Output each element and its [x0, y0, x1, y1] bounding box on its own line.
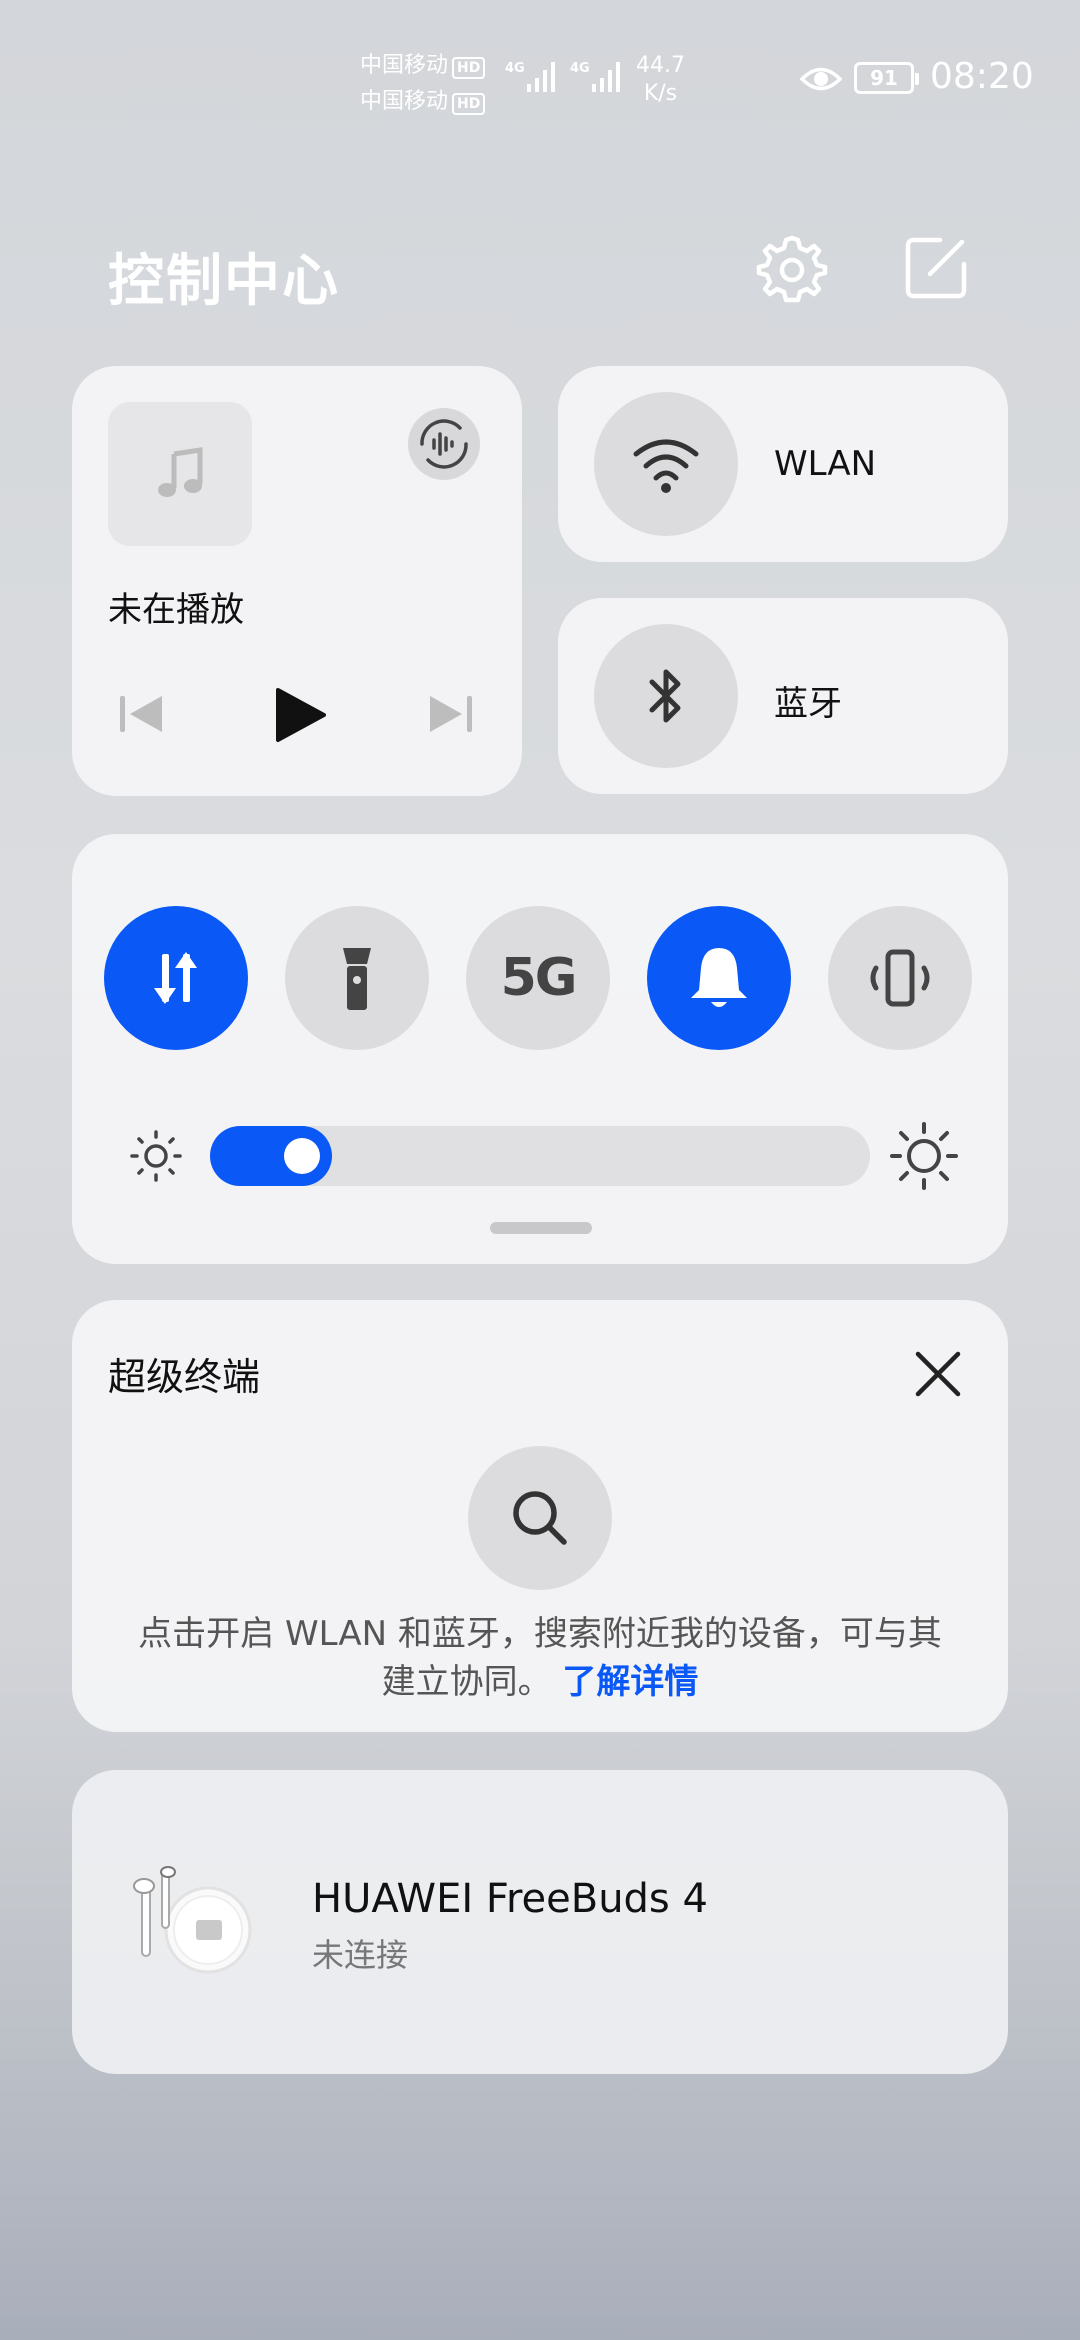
wlan-tile[interactable]: WLAN [558, 366, 1008, 562]
play-icon[interactable] [272, 686, 328, 744]
page-title: 控制中心 [108, 249, 340, 314]
svg-text:4G: 4G [505, 61, 525, 76]
earbuds-icon [133, 1866, 252, 1974]
edit-icon[interactable] [900, 232, 972, 304]
device-name: HUAWEI FreeBuds 4 [312, 1876, 708, 1922]
sound-toggle[interactable] [647, 906, 791, 1050]
5g-label: 5G [500, 948, 578, 1008]
bluetooth-label: 蓝牙 [774, 684, 842, 724]
speed-value: 44.7 [636, 53, 685, 78]
data-transfer-icon [154, 952, 197, 1004]
vibrate-toggle[interactable] [828, 906, 972, 1050]
speed-unit: K/s [643, 81, 678, 106]
close-icon[interactable] [908, 1344, 968, 1404]
brightness-low-icon [130, 1130, 182, 1182]
battery-indicator: 91 [854, 62, 919, 94]
network-speed: 44.7 K/s [636, 52, 685, 108]
music-note-icon [158, 447, 203, 497]
mobile-data-toggle[interactable] [104, 906, 248, 1050]
bluetooth-toggle[interactable] [594, 624, 738, 768]
super-device-hint: 点击开启 WLAN 和蓝牙，搜索附近我的设备，可与其建立协同。 了解详情 [132, 1610, 948, 1706]
super-device-card: 超级终端 点击开启 WLAN 和蓝牙，搜索附近我的设备，可与其建立协同。 了解详… [72, 1300, 1008, 1732]
audio-share-icon [420, 419, 468, 469]
hint-text: 点击开启 WLAN 和蓝牙，搜索附近我的设备，可与其建立协同。 [138, 1614, 942, 1702]
eye-comfort-icon [800, 67, 842, 91]
brightness-high-icon [890, 1122, 958, 1190]
wifi-icon [633, 439, 699, 493]
audio-share-button[interactable] [408, 408, 480, 480]
5g-toggle[interactable]: 5G [466, 906, 610, 1050]
flashlight-icon [343, 948, 371, 1010]
bluetooth-icon [649, 669, 681, 723]
vibrate-icon [870, 949, 930, 1007]
quick-toggles-card: 5G [72, 834, 1008, 1264]
wlan-label: WLAN [774, 444, 877, 484]
carrier-2: 中国移动 [360, 89, 449, 114]
flashlight-toggle[interactable] [285, 906, 429, 1050]
carrier-info: 中国移动 HD 中国移动 HD [360, 48, 486, 120]
hd-badge: HD [452, 57, 486, 79]
media-card[interactable]: 未在播放 [72, 366, 522, 796]
search-devices-button[interactable] [468, 1446, 612, 1590]
svg-text:4G: 4G [570, 61, 590, 76]
bell-icon [691, 948, 747, 1007]
device-card[interactable]: HUAWEI FreeBuds 4 未连接 [72, 1770, 1008, 2074]
super-device-title: 超级终端 [108, 1355, 261, 1399]
playback-status: 未在播放 [108, 590, 244, 630]
device-status: 未连接 [312, 1936, 409, 1974]
signal-icon: 4G [570, 61, 620, 92]
bluetooth-tile[interactable]: 蓝牙 [558, 598, 1008, 794]
brightness-knob[interactable] [284, 1138, 320, 1174]
expand-handle[interactable] [490, 1222, 592, 1234]
gear-icon[interactable] [756, 232, 828, 304]
carrier-1: 中国移动 [360, 53, 449, 78]
signal-icon: 4G [505, 61, 555, 92]
search-icon [513, 1491, 567, 1545]
hd-badge: HD [452, 93, 486, 115]
learn-more-link[interactable]: 了解详情 [562, 1662, 698, 1702]
brightness-slider[interactable] [210, 1126, 870, 1186]
clock: 08:20 [930, 56, 1034, 97]
album-art [108, 402, 252, 546]
previous-icon[interactable] [116, 692, 168, 736]
next-icon[interactable] [424, 692, 476, 736]
wlan-toggle[interactable] [594, 392, 738, 536]
status-bar: 中国移动 HD 中国移动 HD 4G 4G 44.7 K/s 91 08:20 [0, 0, 1080, 150]
